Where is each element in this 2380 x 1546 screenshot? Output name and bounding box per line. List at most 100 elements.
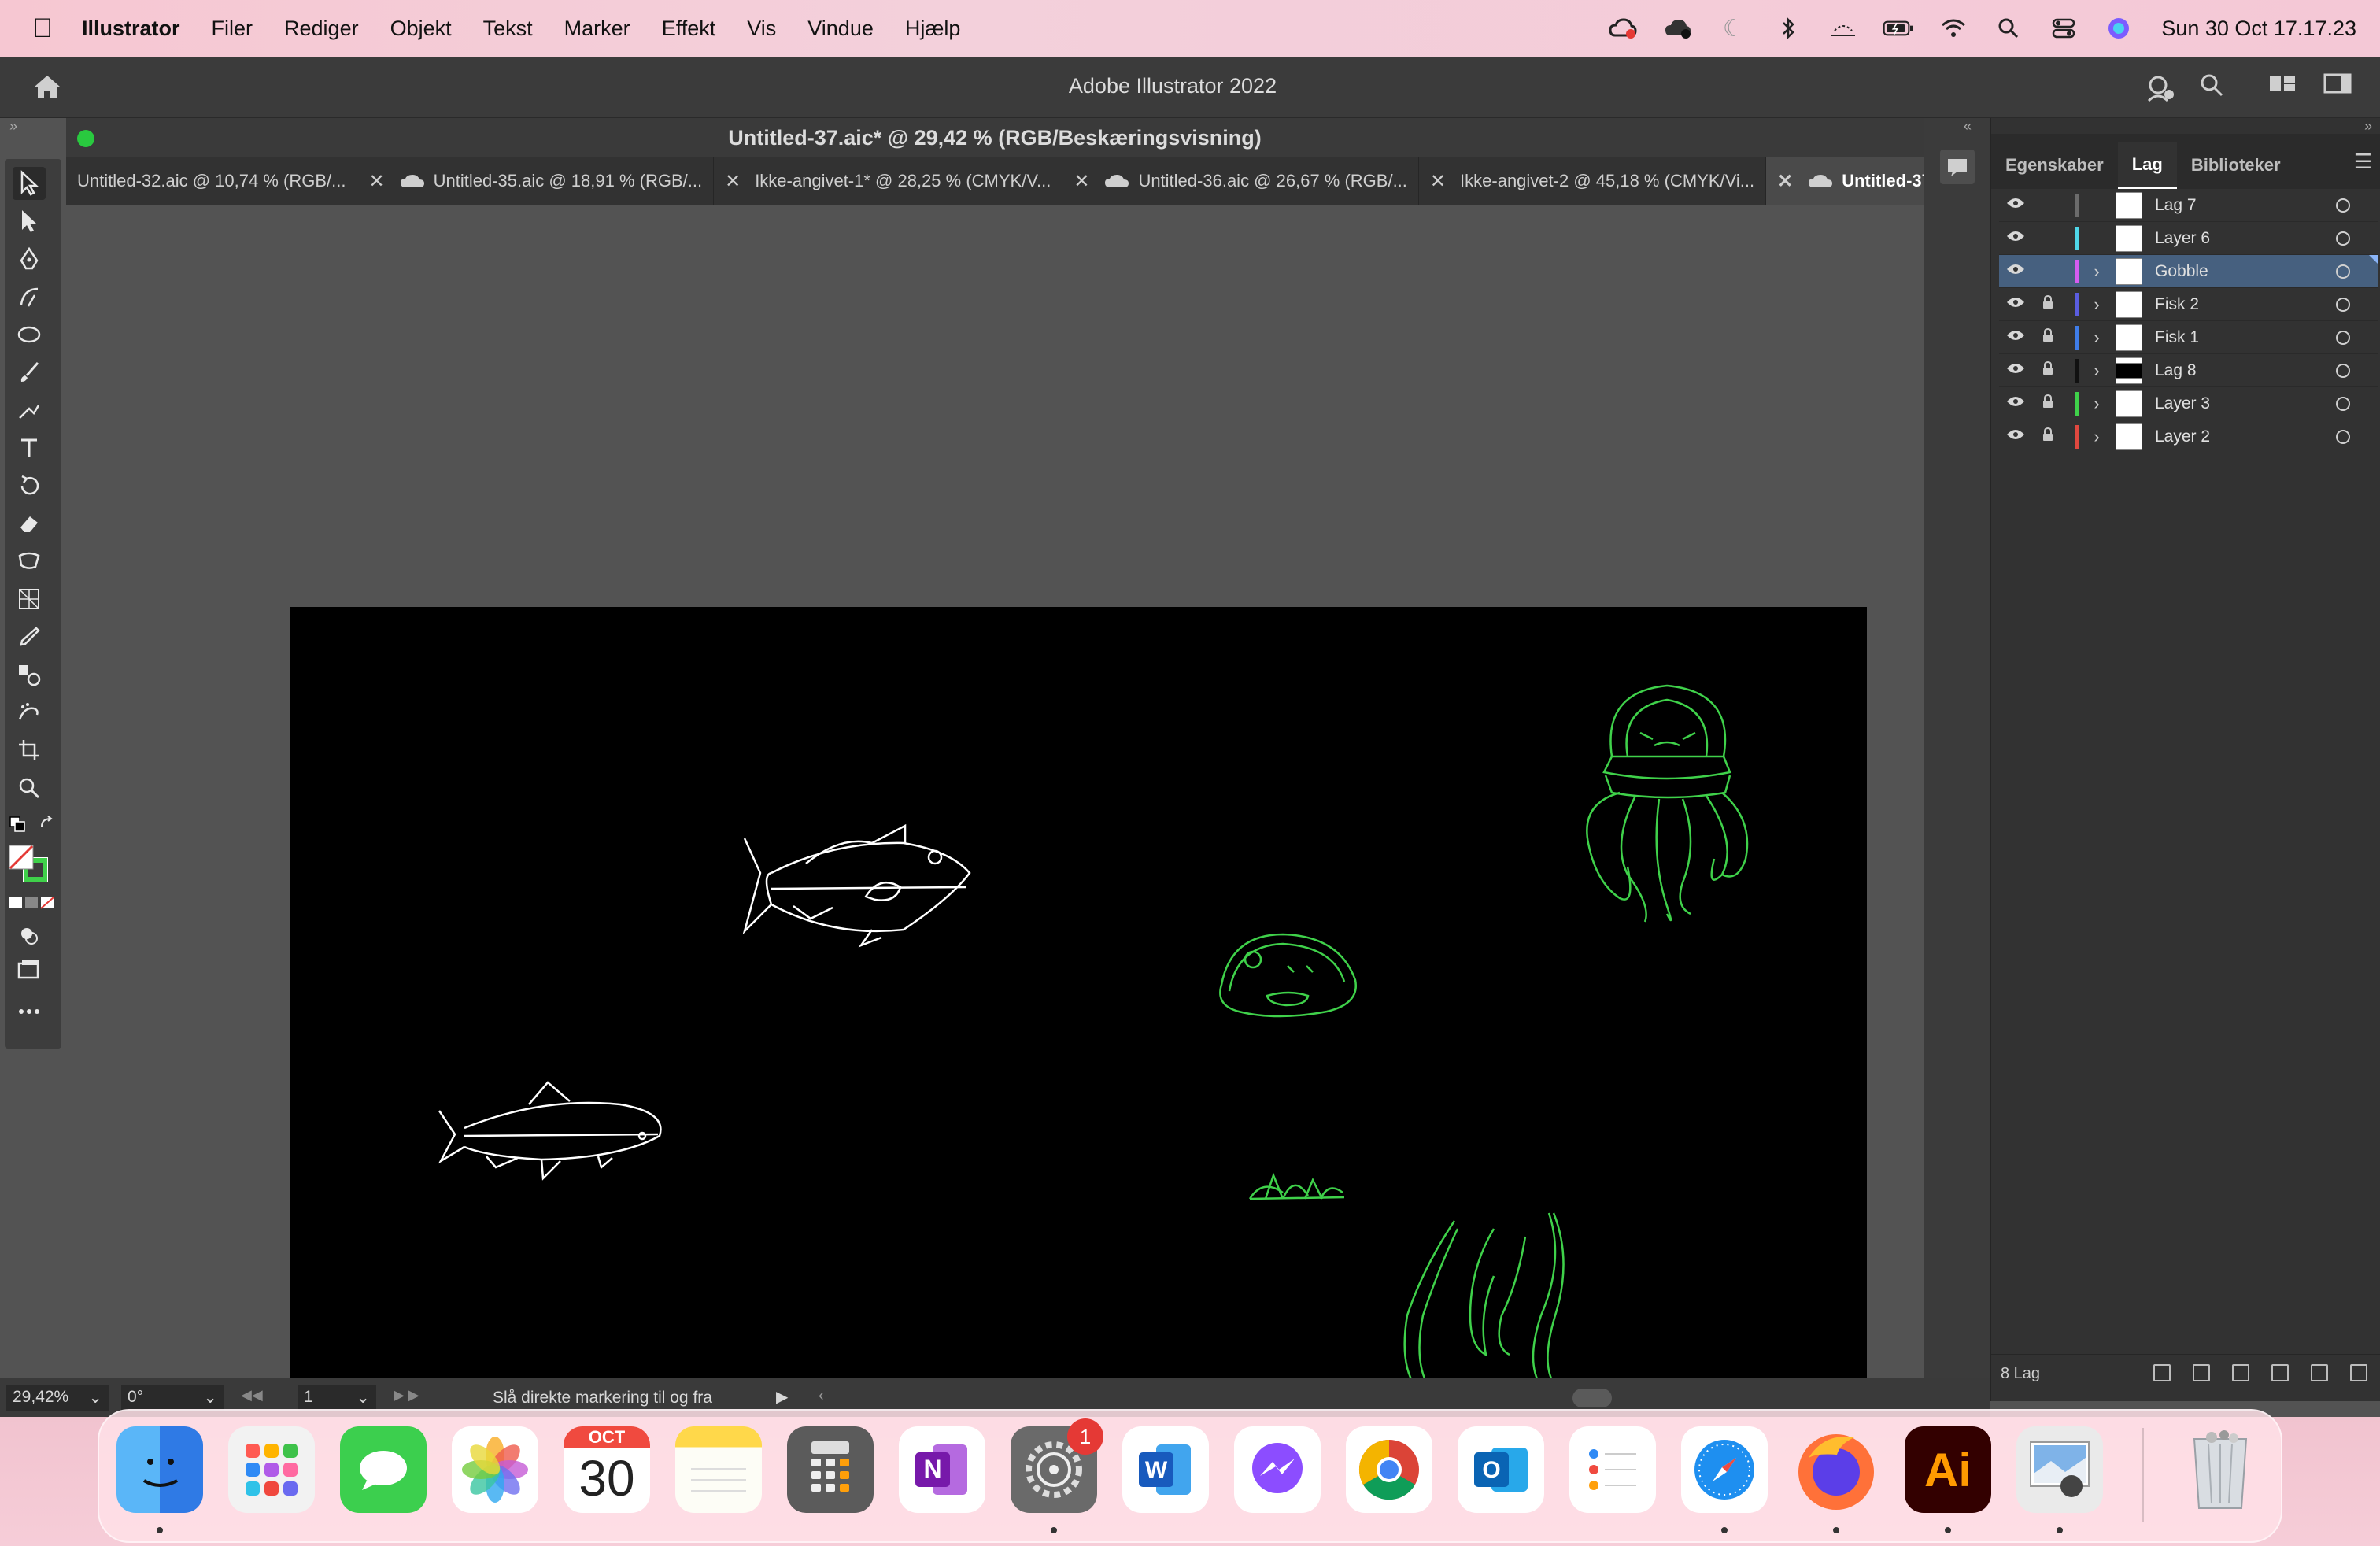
seaweed-drawing[interactable] <box>1403 1212 1565 1389</box>
search-help-icon[interactable] <box>2196 72 2227 104</box>
do-not-disturb-icon[interactable]: ☾ <box>1717 13 1749 44</box>
document-tab[interactable]: ✕ Untitled-36.aic @ 26,67 % (RGB/... <box>1062 157 1419 205</box>
visibility-eye-icon[interactable] <box>2004 196 2027 214</box>
layer-target-icon[interactable] <box>2336 430 2350 444</box>
layer-row[interactable]: › Fisk 2 <box>1999 288 2378 321</box>
illustrator-icon[interactable]: Ai <box>1905 1426 1991 1513</box>
horizontal-scrollbar[interactable] <box>1572 1389 1612 1407</box>
lock-icon[interactable] <box>2038 327 2057 346</box>
layer-target-icon[interactable] <box>2336 264 2350 279</box>
toolbar-collapse-icon[interactable]: » <box>9 118 17 135</box>
fish-drawing-2[interactable] <box>438 1081 662 1181</box>
rotation-field[interactable]: 0° ⌄ <box>121 1385 224 1411</box>
collapse-panel-icon[interactable]: » <box>2364 118 2372 135</box>
layer-row[interactable]: › Layer 3 <box>1999 387 2378 420</box>
layer-name[interactable]: Layer 2 <box>2155 427 2210 446</box>
eraser-tool-icon[interactable] <box>13 507 46 540</box>
swap-colors-icon[interactable] <box>36 808 58 841</box>
document-tab[interactable]: ✕ Ikke-angivet-2 @ 45,18 % (CMYK/Vi... <box>1419 157 1767 205</box>
airplay-icon[interactable] <box>1828 13 1859 44</box>
selection-tool-icon[interactable] <box>13 167 46 200</box>
paintbrush-tool-icon[interactable] <box>13 356 46 389</box>
menu-effekt[interactable]: Effekt <box>662 17 716 41</box>
layer-target-icon[interactable] <box>2336 397 2350 411</box>
panel-menu-icon[interactable]: ☰ <box>2354 150 2372 174</box>
chevron-down-icon[interactable]: ⌄ <box>88 1388 102 1407</box>
calculator-icon[interactable] <box>787 1426 874 1513</box>
layer-target-icon[interactable] <box>2336 364 2350 378</box>
new-sublayer-icon[interactable] <box>2271 1364 2289 1381</box>
chevron-down-icon[interactable]: ⌄ <box>356 1388 370 1407</box>
arrange-documents-icon[interactable] <box>2267 72 2298 104</box>
search-icon[interactable] <box>1993 13 2024 44</box>
menu-objekt[interactable]: Objekt <box>390 17 452 41</box>
make-clipping-mask-icon[interactable] <box>2232 1364 2249 1381</box>
lock-icon[interactable] <box>2038 394 2057 412</box>
menu-vis[interactable]: Vis <box>747 17 776 41</box>
layer-name[interactable]: Lag 7 <box>2155 196 2197 215</box>
layer-name[interactable]: Lag 8 <box>2155 361 2197 380</box>
chevron-right-icon[interactable]: › <box>2089 294 2105 315</box>
launchpad-icon[interactable] <box>228 1426 315 1513</box>
firefox-icon[interactable] <box>1793 1426 1879 1513</box>
layer-name[interactable]: Layer 6 <box>2155 229 2210 248</box>
messages-icon[interactable] <box>340 1426 427 1513</box>
outlook-icon[interactable]: O <box>1458 1426 1544 1513</box>
reminders-icon[interactable] <box>1569 1426 1656 1513</box>
visibility-eye-icon[interactable] <box>2004 229 2027 247</box>
visibility-eye-icon[interactable] <box>2004 394 2027 412</box>
chevron-right-icon[interactable]: › <box>2089 361 2105 381</box>
trash-icon[interactable] <box>2177 1426 2264 1513</box>
menu-marker[interactable]: Marker <box>564 17 630 41</box>
shaper-tool-icon[interactable] <box>13 394 46 427</box>
layer-row[interactable]: › Lag 8 <box>1999 354 2378 387</box>
menubar-clock[interactable]: Sun 30 Oct 17.17.23 <box>2161 17 2356 41</box>
free-transform-tool-icon[interactable] <box>13 545 46 578</box>
chevron-right-icon[interactable]: › <box>2089 394 2105 414</box>
pen-tool-icon[interactable] <box>13 242 46 276</box>
lock-icon[interactable] <box>2038 361 2057 379</box>
control-center-icon[interactable] <box>2048 13 2079 44</box>
more-tools-icon[interactable] <box>13 995 46 1028</box>
chevron-right-icon[interactable]: › <box>2089 427 2105 447</box>
word-icon[interactable]: W <box>1122 1426 1209 1513</box>
visibility-eye-icon[interactable] <box>2004 328 2027 346</box>
visibility-eye-icon[interactable] <box>2004 361 2027 379</box>
layer-target-icon[interactable] <box>2336 231 2350 246</box>
layer-row[interactable]: › Gobble <box>1999 255 2378 288</box>
default-colors-icon[interactable] <box>6 808 28 841</box>
onenote-icon[interactable]: N <box>899 1426 985 1513</box>
layer-row[interactable]: › Layer 2 <box>1999 420 2378 453</box>
close-icon[interactable]: ✕ <box>1777 170 1793 193</box>
chevron-right-icon[interactable]: › <box>2089 261 2105 282</box>
document-tab[interactable]: ✕ Untitled-37.aic* @ 29,42 % (RGB/Beskæri… <box>1766 157 1924 205</box>
artboard-tool-icon[interactable] <box>13 734 46 767</box>
eyedropper-tool-icon[interactable] <box>13 620 46 653</box>
siri-icon[interactable] <box>2103 13 2134 44</box>
menu-vindue[interactable]: Vindue <box>808 17 874 41</box>
perspective-grid-tool-icon[interactable] <box>13 583 46 616</box>
close-icon[interactable]: ✕ <box>1074 170 1089 193</box>
notes-icon[interactable] <box>675 1426 762 1513</box>
artboard-field[interactable]: 1 ⌄ <box>298 1385 376 1411</box>
lock-icon[interactable] <box>2038 427 2057 446</box>
lock-icon[interactable] <box>2038 294 2057 313</box>
layer-target-icon[interactable] <box>2336 198 2350 213</box>
fish-drawing-1[interactable] <box>742 823 971 948</box>
workspace-switcher-icon[interactable] <box>2322 72 2353 104</box>
document-tab[interactable]: Untitled-32.aic @ 10,74 % (RGB/... <box>66 157 358 205</box>
menu-hjaelp[interactable]: Hjælp <box>905 17 961 41</box>
close-icon[interactable]: ✕ <box>725 170 741 193</box>
preview-icon[interactable] <box>2016 1426 2103 1513</box>
draw-mode-icon[interactable] <box>13 919 46 952</box>
tab-biblioteker[interactable]: Biblioteker <box>2177 142 2295 189</box>
calendar-icon[interactable]: OCT 30 <box>564 1426 650 1513</box>
cloud-sync-icon[interactable] <box>1662 13 1694 44</box>
bluetooth-icon[interactable] <box>1772 13 1804 44</box>
next-artboard-icon[interactable]: ▶ ▶ <box>394 1387 419 1404</box>
visibility-eye-icon[interactable] <box>2004 295 2027 313</box>
color-gradient-none-icon[interactable] <box>8 893 57 913</box>
close-icon[interactable]: ✕ <box>1430 170 1446 193</box>
creative-cloud-icon[interactable] <box>1607 13 1639 44</box>
layer-name[interactable]: Fisk 2 <box>2155 295 2199 314</box>
